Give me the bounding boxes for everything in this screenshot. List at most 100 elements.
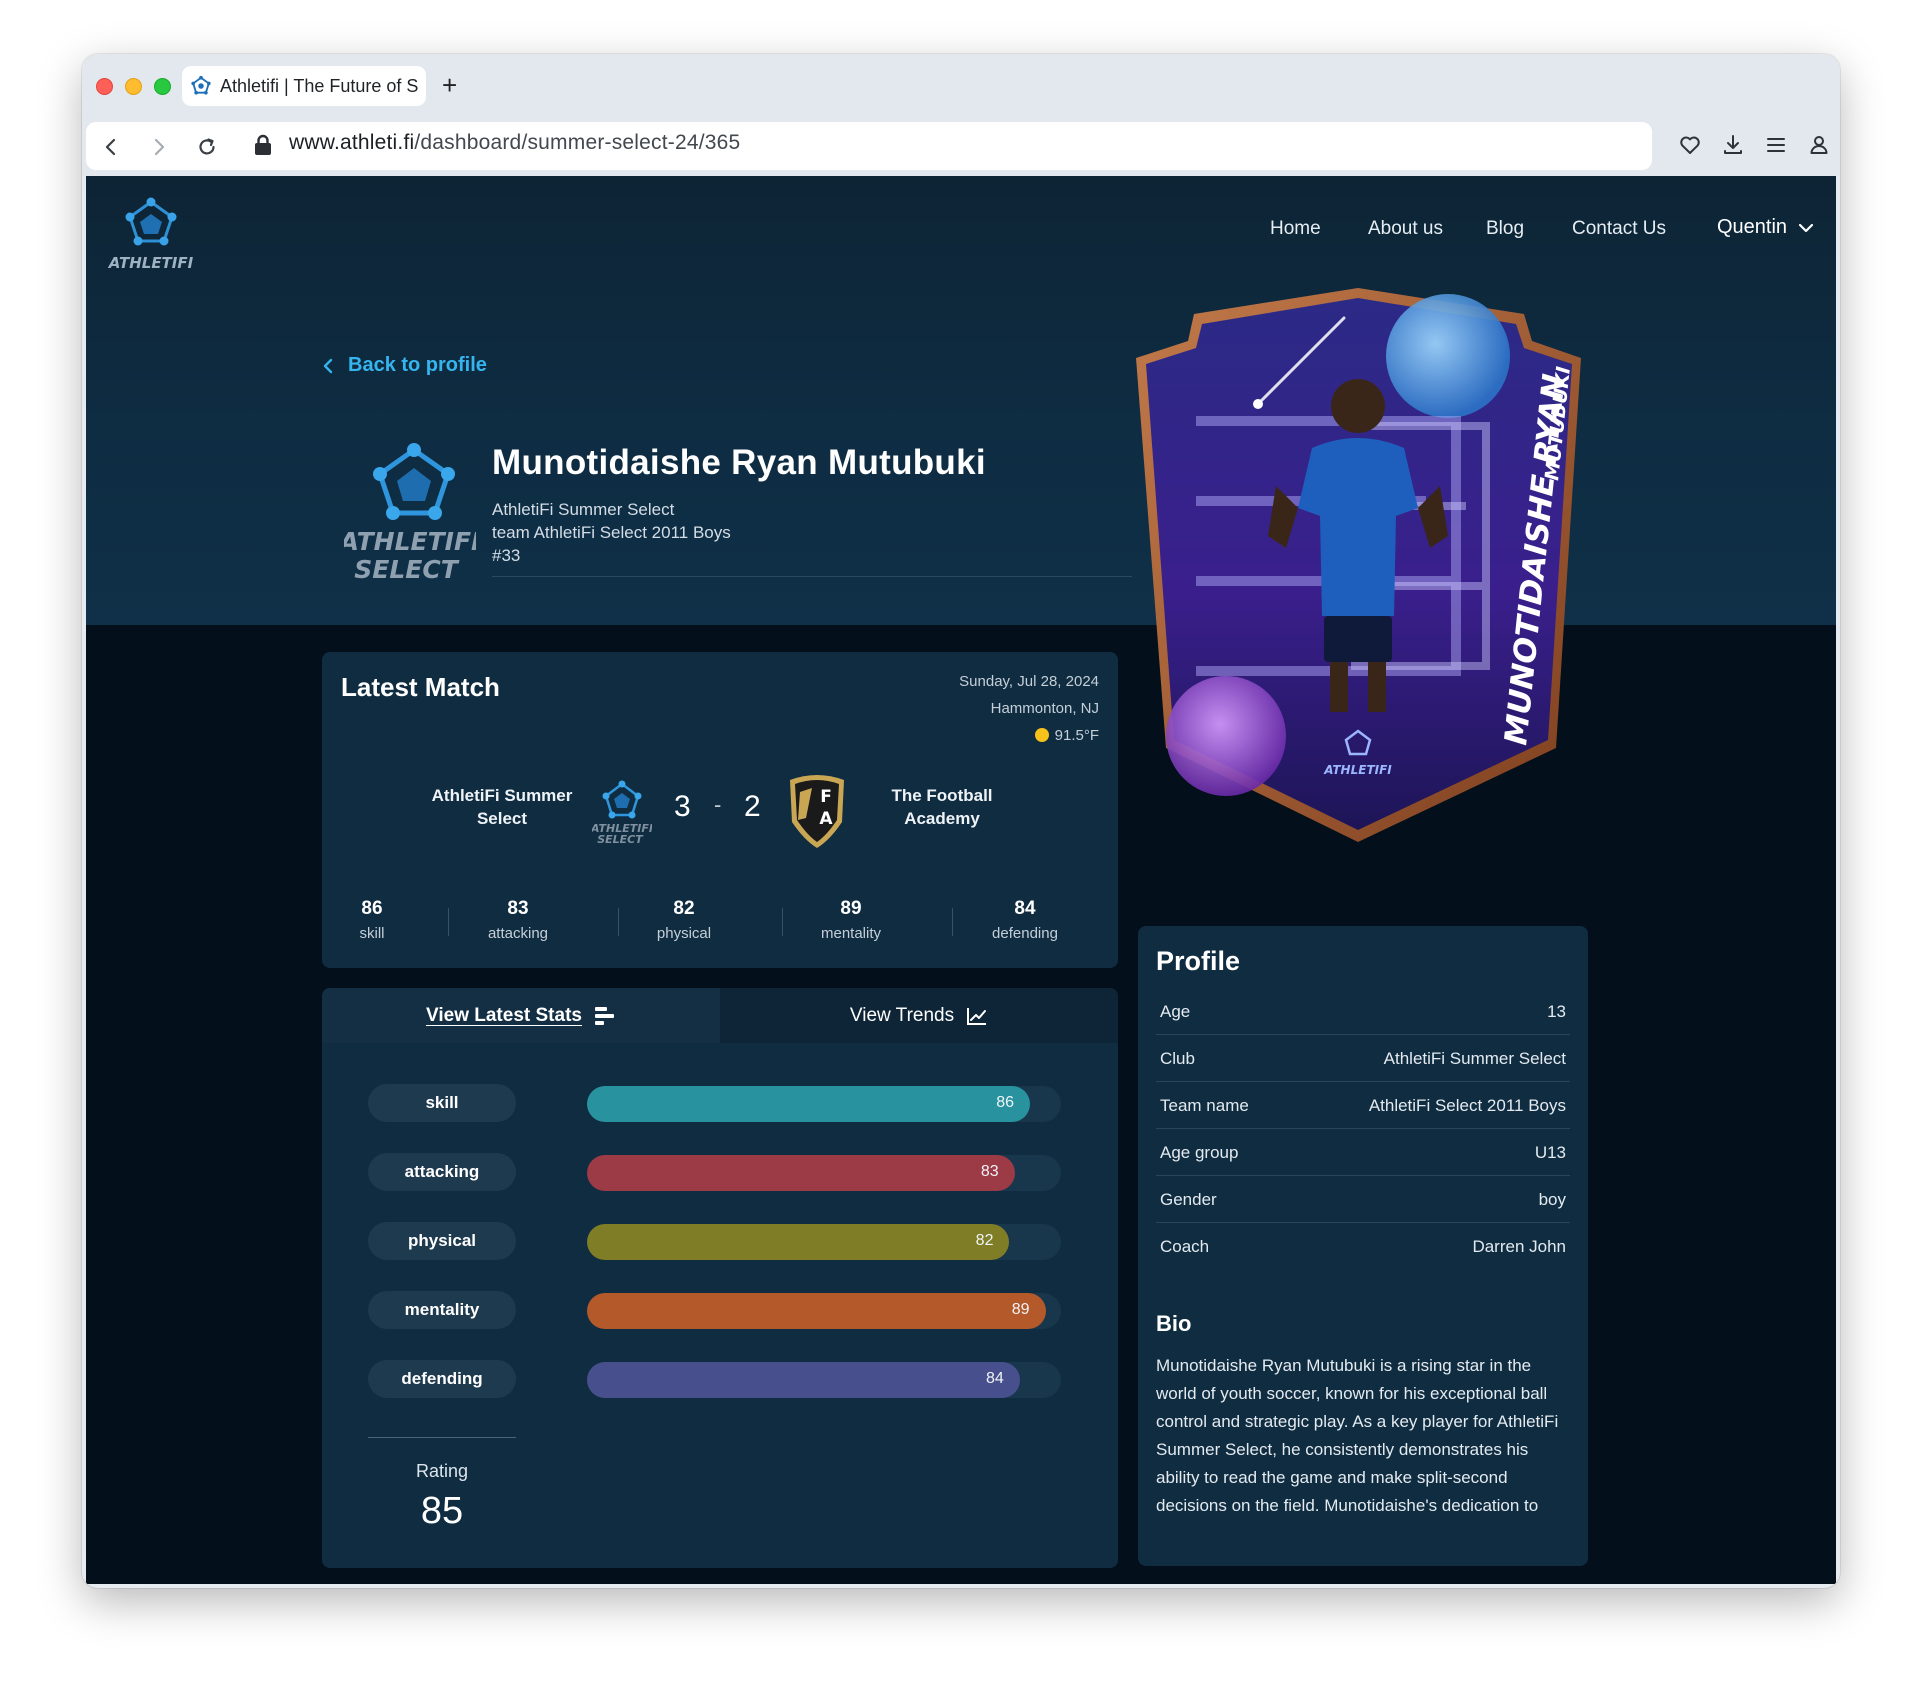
away-score: 2	[744, 790, 761, 823]
browser-tab[interactable]: Athletifi | The Future of S	[182, 66, 426, 106]
match-stat-value: 82	[673, 898, 695, 919]
tab-view-latest-stats[interactable]: View Latest Stats	[322, 988, 720, 1043]
profile-row-coach: Coach Darren John	[1156, 1223, 1570, 1270]
profile-row-team: Team name AthletiFi Select 2011 Boys	[1156, 1082, 1570, 1129]
menu-lines-icon[interactable]	[1764, 133, 1788, 157]
match-stat-value: 89	[840, 898, 862, 919]
back-label: Back to profile	[348, 354, 487, 376]
nav-about[interactable]: About us	[1368, 218, 1443, 240]
match-stat-skill: 86 skill	[322, 898, 422, 942]
match-location: Hammonton, NJ	[990, 700, 1099, 717]
stat-bar-row: attacking 83	[368, 1153, 1068, 1191]
stat-bar-row: mentality 89	[368, 1291, 1068, 1329]
logo-text: ATHLETIFI	[108, 254, 194, 272]
bar-fill: 86	[587, 1086, 1031, 1122]
home-team-name: AthletiFi Summer Select	[431, 786, 573, 828]
bar-fill: 84	[587, 1362, 1020, 1398]
match-info: Sunday, Jul 28, 2024 Hammonton, NJ 91.5°…	[959, 668, 1099, 749]
profile-value: AthletiFi Summer Select	[1383, 1049, 1566, 1068]
profile-row-club: Club AthletiFi Summer Select	[1156, 1035, 1570, 1082]
match-stat-label: physical	[656, 925, 712, 942]
away-team-name: The Football Academy	[891, 786, 993, 828]
zoom-window-button[interactable]	[154, 78, 171, 95]
athletifi-select-logo: ATHLETIFI SELECT	[344, 443, 476, 584]
stat-divider	[952, 908, 953, 936]
user-menu[interactable]: Quentin	[1717, 216, 1815, 239]
nav-blog[interactable]: Blog	[1486, 218, 1524, 240]
stat-pill[interactable]: defending	[368, 1360, 516, 1398]
favorite-heart-icon[interactable]	[1678, 133, 1702, 157]
browser-toolbar: www.athleti.fi/dashboard/summer-select-2…	[82, 118, 1840, 176]
tab-title: Athletifi | The Future of S	[220, 75, 419, 96]
bar-track: 86	[587, 1086, 1061, 1122]
stat-pill[interactable]: skill	[368, 1084, 516, 1122]
chevron-left-icon	[323, 358, 333, 373]
athletifi-logo[interactable]: ATHLETIFI	[106, 196, 196, 276]
url-text[interactable]: www.athleti.fi/dashboard/summer-select-2…	[289, 131, 740, 155]
select-logo-line1: ATHLETIFI	[344, 527, 476, 556]
tab-label: View Trends	[849, 1004, 955, 1026]
profile-value: U13	[1534, 1143, 1566, 1162]
bio-text[interactable]: Munotidaishe Ryan Mutubuki is a rising s…	[1156, 1352, 1574, 1524]
reload-icon[interactable]	[196, 136, 218, 158]
profile-key: Team name	[1160, 1096, 1249, 1115]
select-logo-line2: SELECT	[354, 555, 459, 584]
away-team-crest: FA	[790, 775, 844, 848]
tab-label: View Latest Stats	[426, 1004, 582, 1026]
nav-home[interactable]: Home	[1270, 218, 1321, 240]
new-tab-button[interactable]: +	[442, 68, 457, 102]
card-badge-text: ATHLETIFI	[1323, 763, 1392, 777]
profile-value: Darren John	[1472, 1237, 1566, 1256]
player-number: #33	[492, 546, 521, 565]
stat-pill[interactable]: mentality	[368, 1291, 516, 1329]
bar-value: 83	[980, 1163, 999, 1180]
tab-view-trends[interactable]: View Trends	[720, 988, 1118, 1043]
bar-track: 89	[587, 1293, 1061, 1329]
player-card-image[interactable]: ATHLETIFI MUNOTIDAISHE RYAN MUTUBUKI	[1126, 286, 1586, 846]
latest-match-panel: Latest Match Sunday, Jul 28, 2024 Hammon…	[322, 652, 1118, 968]
stat-divider	[448, 908, 449, 936]
download-icon[interactable]	[1721, 133, 1745, 157]
match-stat-label: skill	[359, 925, 385, 942]
stat-bar-row: physical 82	[368, 1222, 1068, 1260]
address-bar[interactable]: www.athleti.fi/dashboard/summer-select-2…	[86, 122, 1652, 170]
tab-strip: Athletifi | The Future of S +	[82, 54, 1840, 118]
bar-value: 86	[996, 1094, 1015, 1111]
bar-fill: 89	[587, 1293, 1046, 1329]
back-arrow-icon[interactable]	[100, 136, 122, 158]
stats-panel: View Latest Stats View Trends skill 86 a…	[322, 988, 1118, 1568]
profile-key: Gender	[1160, 1190, 1217, 1209]
chevron-down-icon	[1798, 223, 1814, 232]
line-chart-icon	[967, 1007, 987, 1025]
stat-pill[interactable]: attacking	[368, 1153, 516, 1191]
profile-title: Profile	[1156, 946, 1241, 976]
profile-key: Club	[1160, 1049, 1195, 1068]
home-score: 3	[674, 790, 691, 823]
match-stat-label: attacking	[487, 925, 549, 942]
match-stat-attacking: 83 attacking	[468, 898, 568, 942]
latest-match-title: Latest Match	[341, 672, 500, 702]
match-stat-label: mentality	[820, 925, 882, 942]
match-stat-value: 84	[1014, 898, 1036, 919]
match-stat-value: 86	[361, 898, 383, 919]
profile-key: Coach	[1160, 1237, 1210, 1256]
close-window-button[interactable]	[96, 78, 113, 95]
match-stat-value: 83	[507, 898, 529, 919]
back-to-profile-link[interactable]: Back to profile	[322, 354, 487, 377]
account-icon[interactable]	[1807, 133, 1831, 157]
profile-key: Age	[1160, 1002, 1191, 1021]
home-team-crest: ATHLETIFI SELECT	[592, 780, 652, 846]
bar-value: 89	[1011, 1301, 1030, 1318]
player-club: AthletiFi Summer Select	[492, 500, 675, 519]
profile-row-gender: Gender boy	[1156, 1176, 1570, 1223]
user-name: Quentin	[1717, 216, 1788, 238]
nav-contact[interactable]: Contact Us	[1572, 218, 1666, 240]
forward-arrow-icon[interactable]	[148, 136, 170, 158]
minimize-window-button[interactable]	[125, 78, 142, 95]
stat-pill[interactable]: physical	[368, 1222, 516, 1260]
profile-row-age: Age 13	[1156, 988, 1570, 1035]
rating-label: Rating	[415, 1461, 469, 1481]
home-crest-line2: SELECT	[597, 833, 644, 846]
profile-row-age-group: Age group U13	[1156, 1129, 1570, 1176]
match-weather: 91.5°F	[1054, 727, 1099, 744]
